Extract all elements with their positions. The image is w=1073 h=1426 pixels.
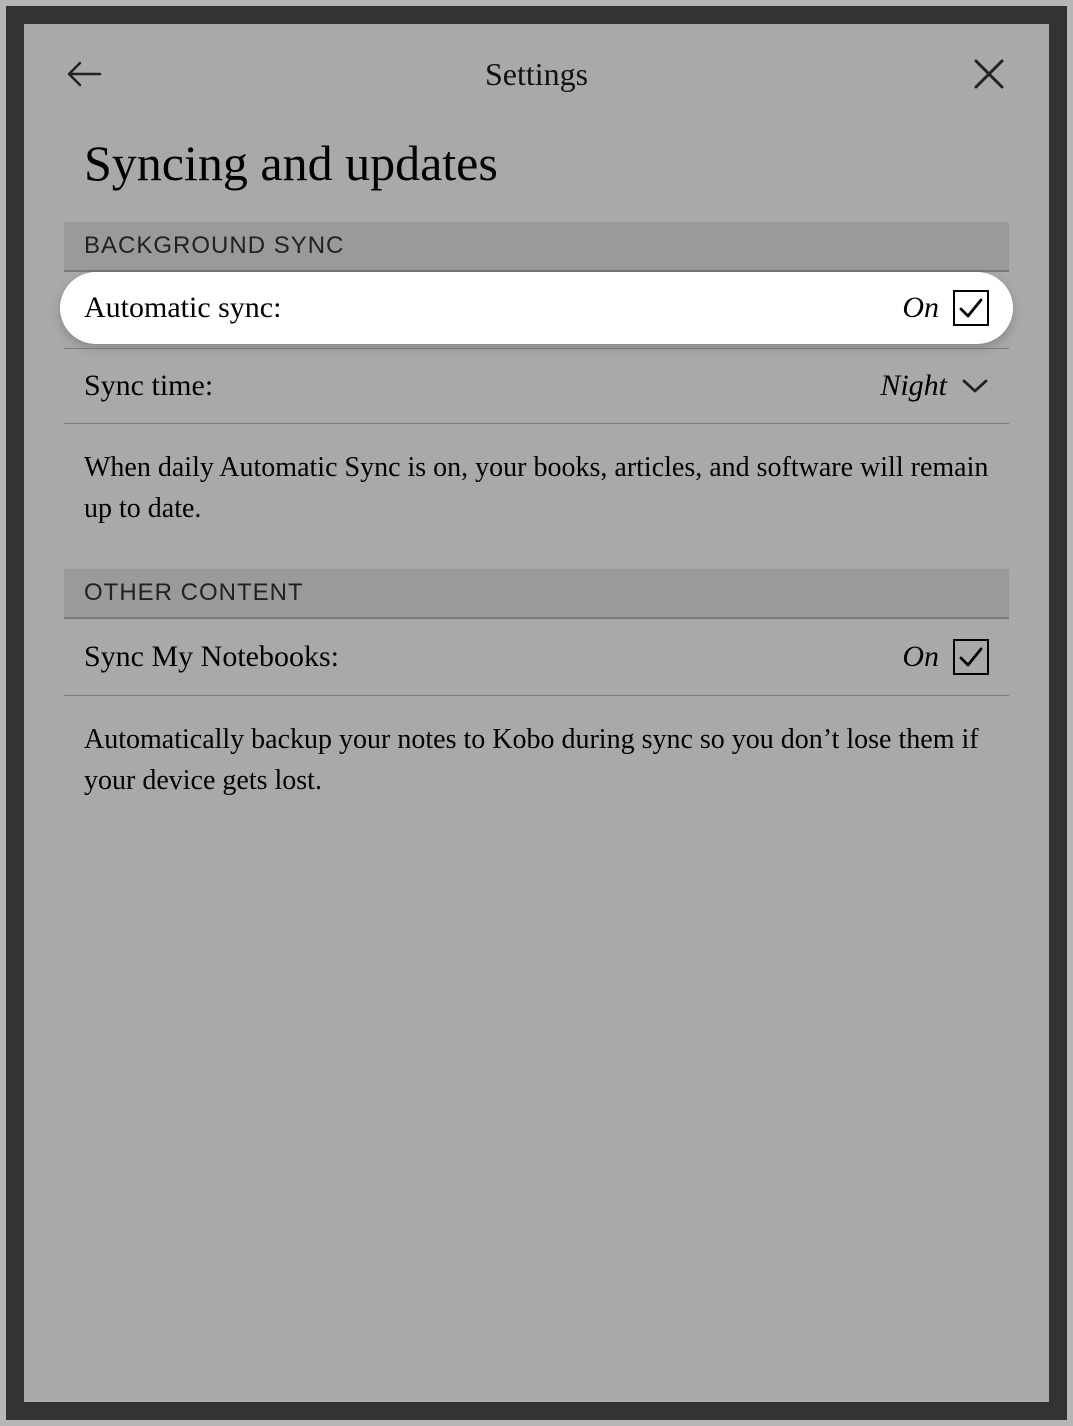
sync-time-row[interactable]: Sync time: Night	[64, 349, 1009, 424]
close-button[interactable]	[969, 54, 1009, 94]
screen: Settings Syncing and updates BACKGROUND …	[24, 24, 1049, 1402]
background-sync-description: When daily Automatic Sync is on, your bo…	[24, 424, 1049, 569]
section-header-background-sync: BACKGROUND SYNC	[64, 222, 1009, 272]
automatic-sync-value: On	[902, 291, 939, 325]
sync-notebooks-value: On	[902, 640, 939, 674]
back-button[interactable]	[64, 54, 104, 94]
sync-notebooks-row[interactable]: Sync My Notebooks: On	[64, 619, 1009, 696]
automatic-sync-value-group: On	[902, 290, 989, 326]
automatic-sync-row[interactable]: Automatic sync: On	[60, 272, 1013, 344]
header-title: Settings	[104, 56, 969, 93]
page-title: Syncing and updates	[24, 114, 1049, 222]
automatic-sync-label: Automatic sync:	[84, 291, 281, 325]
device-frame: Settings Syncing and updates BACKGROUND …	[6, 6, 1067, 1420]
arrow-left-icon	[66, 59, 102, 89]
section-header-other-content: OTHER CONTENT	[64, 569, 1009, 619]
header: Settings	[24, 24, 1049, 114]
sync-notebooks-checkbox[interactable]	[953, 639, 989, 675]
sync-notebooks-value-group: On	[902, 639, 989, 675]
sync-time-value: Night	[880, 369, 947, 403]
sync-time-label: Sync time:	[84, 369, 213, 403]
checkmark-icon	[957, 643, 985, 671]
chevron-down-icon	[961, 377, 989, 395]
close-icon	[972, 57, 1006, 91]
sync-time-value-group: Night	[880, 369, 989, 403]
other-content-description: Automatically backup your notes to Kobo …	[24, 696, 1049, 841]
automatic-sync-checkbox[interactable]	[953, 290, 989, 326]
sync-notebooks-label: Sync My Notebooks:	[84, 640, 339, 674]
checkmark-icon	[957, 294, 985, 322]
